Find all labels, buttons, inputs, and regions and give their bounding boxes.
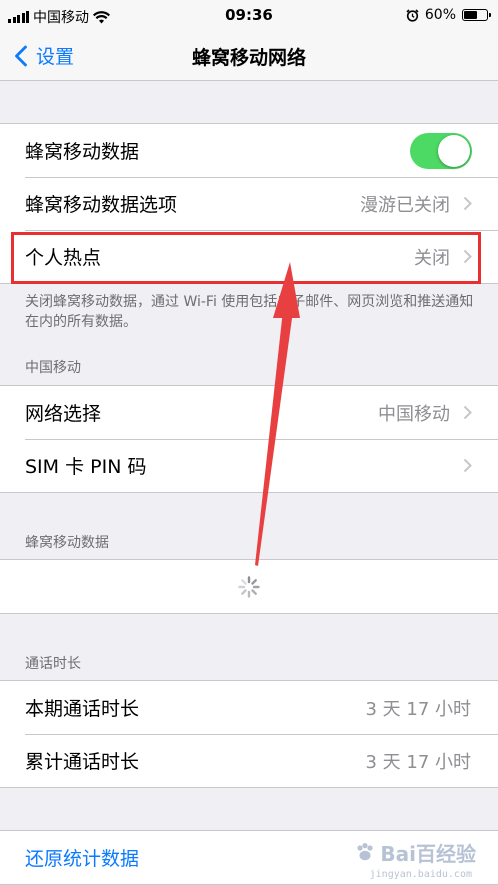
page-title: 蜂窝移动网络 xyxy=(191,47,306,69)
watermark-text: Bai百经验 xyxy=(380,842,476,866)
row-label: 蜂窝移动数据选项 xyxy=(25,194,178,216)
status-bar: 中国移动 09:36 60% xyxy=(0,0,498,32)
row-current-period: 本期通话时长 3 天 17 小时 xyxy=(0,681,498,734)
row-value: 3 天 17 小时 xyxy=(365,698,471,720)
navigation-bar: 设置 蜂窝移动网络 xyxy=(0,32,498,81)
row-network-selection[interactable]: 网络选择 中国移动 xyxy=(0,386,498,439)
call-time-section-header: 通话时长 xyxy=(25,656,81,672)
cellular-data-toggle[interactable] xyxy=(410,133,472,169)
row-label: SIM 卡 PIN 码 xyxy=(25,456,147,478)
row-label: 蜂窝移动数据 xyxy=(25,141,140,163)
cellular-footer-note: 关闭蜂窝移动数据，通过 Wi-Fi 使用包括电子邮件、网页浏览和推送通知在内的所… xyxy=(25,294,474,330)
call-time-group: 本期通话时长 3 天 17 小时 累计通话时长 3 天 17 小时 xyxy=(0,680,498,788)
toggle-knob xyxy=(438,135,470,167)
watermark: Bai百经验 xyxy=(354,838,476,867)
row-cellular-options[interactable]: 蜂窝移动数据选项 漫游已关闭 xyxy=(0,177,498,230)
alarm-icon xyxy=(406,8,419,22)
row-sim-pin[interactable]: SIM 卡 PIN 码 xyxy=(0,439,498,492)
chevron-right-icon xyxy=(463,405,472,420)
carrier-group: 网络选择 中国移动 SIM 卡 PIN 码 xyxy=(0,385,498,493)
row-label: 个人热点 xyxy=(25,247,102,269)
loading-spinner-icon xyxy=(238,576,260,598)
row-value: 中国移动 xyxy=(378,403,450,425)
row-cellular-data: 蜂窝移动数据 xyxy=(0,124,498,177)
cellular-group: 蜂窝移动数据 蜂窝移动数据选项 漫游已关闭 个人热点 关闭 xyxy=(0,123,498,284)
chevron-right-icon xyxy=(463,458,472,473)
row-value: 关闭 xyxy=(414,247,450,269)
row-value: 漫游已关闭 xyxy=(360,194,450,216)
row-lifetime: 累计通话时长 3 天 17 小时 xyxy=(0,734,498,787)
battery-percent: 60% xyxy=(424,7,456,23)
carrier-section-header: 中国移动 xyxy=(25,360,81,376)
loading-row xyxy=(0,560,498,613)
row-label: 累计通话时长 xyxy=(25,751,140,773)
row-label: 本期通话时长 xyxy=(25,698,140,720)
cellular-data-group xyxy=(0,559,498,614)
paw-icon xyxy=(357,842,373,860)
row-value: 3 天 17 小时 xyxy=(365,751,471,773)
chevron-right-icon xyxy=(463,249,472,264)
row-label: 网络选择 xyxy=(25,403,102,425)
cellular-data-section-header: 蜂窝移动数据 xyxy=(25,535,109,551)
battery-icon xyxy=(462,9,491,21)
row-personal-hotspot[interactable]: 个人热点 关闭 xyxy=(0,230,498,283)
chevron-right-icon xyxy=(463,196,472,211)
status-right: 60% xyxy=(406,7,491,23)
reset-statistics-label: 还原统计数据 xyxy=(25,848,140,870)
watermark-sub: jingyan.baidu.com xyxy=(369,869,472,880)
